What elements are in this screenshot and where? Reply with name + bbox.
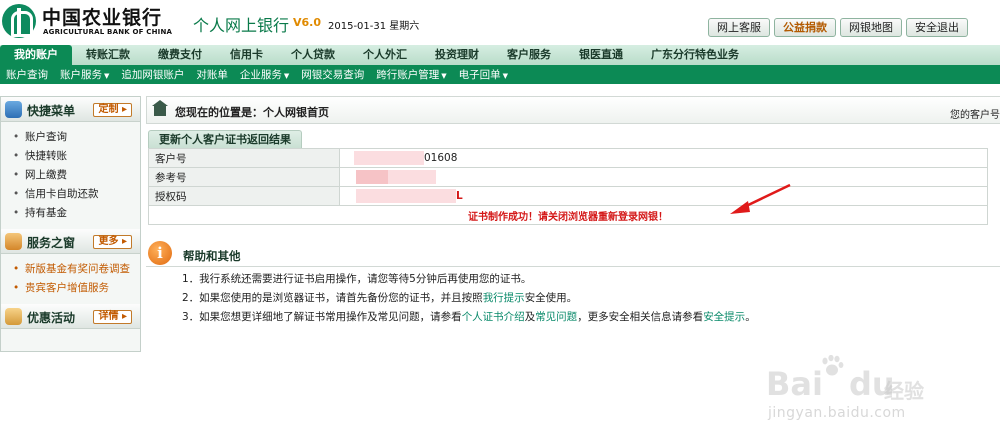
table-row: 授权码 L <box>148 186 988 206</box>
nav-personal-loan[interactable]: 个人贷款 <box>277 45 349 65</box>
redaction-mask <box>388 170 436 184</box>
security-tips-link[interactable]: 安全提示 <box>703 311 745 323</box>
auth-code-label: 授权码 <box>148 186 340 206</box>
subnav-e-receipt[interactable]: 电子回单 ▼ <box>453 67 514 82</box>
nav-guangdong-special[interactable]: 广东分行特色业务 <box>637 45 753 65</box>
product-title: 个人网上银行 <box>193 16 290 35</box>
redaction-mask <box>356 170 388 184</box>
service-window-list: 新版基金有奖问卷调查 贵宾客户增值服务 <box>1 254 140 304</box>
chevron-down-icon: ▼ <box>104 72 110 80</box>
quick-item-account-query[interactable]: 账户查询 <box>1 128 140 147</box>
help-item-2: 2．如果您使用的是浏览器证书，请首先备份您的证书，并且按照我行提示安全使用。 <box>182 292 578 304</box>
location-label: 您现在的位置是：个人网银首页 <box>175 106 329 119</box>
online-service-button[interactable]: 网上客服 <box>708 18 770 37</box>
chevron-down-icon: ▼ <box>502 72 509 80</box>
panel-title: 更新个人客户证书返回结果 <box>148 130 302 148</box>
quick-item-online-payment[interactable]: 网上缴费 <box>1 166 140 185</box>
quick-menu-header: 快捷菜单 定制 ▸ <box>1 97 140 122</box>
help-title: 帮助和其他 <box>183 249 241 263</box>
bank-name: 中国农业银行 <box>42 7 163 29</box>
header: 中国农业银行 AGRICULTURAL BANK OF CHINA 个人网上银行… <box>0 0 1000 44</box>
subnav-statement[interactable]: 对账单 <box>190 67 234 82</box>
subnav-cross-bank[interactable]: 跨行账户管理 ▼ <box>370 67 452 82</box>
main-nav: 我的账户 转账汇款 缴费支付 信用卡 个人贷款 个人外汇 投资理财 客户服务 银… <box>0 45 1000 65</box>
product-version: V6.0 <box>293 16 321 29</box>
service-window-header: 服务之窗 更多 ▸ <box>1 229 140 254</box>
help-item-3: 3．如果您想更详细地了解证书常用操作及常见问题，请参看个人证书介绍及常见问题，更… <box>182 311 756 323</box>
nav-hospital-direct[interactable]: 银医直通 <box>565 45 637 65</box>
watermark-brand: Bai du <box>766 365 895 403</box>
sub-nav: 账户查询 账户服务 ▼ 追加网银账户 对账单 企业服务 ▼ 网银交易查询 跨行账户管… <box>0 65 1000 84</box>
quick-item-funds[interactable]: 持有基金 <box>1 204 140 223</box>
reference-number-value <box>339 167 988 187</box>
abc-logo-icon <box>2 4 36 38</box>
current-date: 2015-01-31 星期六 <box>328 21 420 32</box>
home-icon <box>152 100 168 116</box>
watermark-url: jingyan.baidu.com <box>768 405 906 421</box>
customer-number-label: 您的客户号 <box>950 110 1000 121</box>
nav-credit-card[interactable]: 信用卡 <box>216 45 277 65</box>
service-window-icon <box>5 233 22 250</box>
nav-transfer[interactable]: 转账汇款 <box>72 45 144 65</box>
help-item-1: 1．我行系统还需要进行证书启用操作，请您等待5分钟后再使用您的证书。 <box>182 273 532 285</box>
promotions-header: 优惠活动 详情 ▸ <box>1 304 140 329</box>
nav-foreign-exchange[interactable]: 个人外汇 <box>349 45 421 65</box>
quick-item-credit-repay[interactable]: 信用卡自助还款 <box>1 185 140 204</box>
info-icon: i <box>148 241 172 265</box>
site-map-button[interactable]: 网银地图 <box>840 18 902 37</box>
success-message: 证书制作成功！请关闭浏览器重新登录网银！ <box>148 205 988 225</box>
subnav-transaction-query[interactable]: 网银交易查询 <box>295 67 370 82</box>
subnav-add-account[interactable]: 追加网银账户 <box>115 67 190 82</box>
subnav-enterprise-service[interactable]: 企业服务 ▼ <box>234 67 295 82</box>
quick-menu-title: 快捷菜单 <box>27 104 76 118</box>
subnav-account-query[interactable]: 账户查询 <box>0 67 54 82</box>
nav-my-account[interactable]: 我的账户 <box>0 45 72 65</box>
subnav-account-service[interactable]: 账户服务 ▼ <box>54 67 115 82</box>
cert-intro-link[interactable]: 个人证书介绍 <box>462 311 525 323</box>
table-row: 参考号 <box>148 167 988 187</box>
quick-menu-list: 账户查询 快捷转账 网上缴费 信用卡自助还款 持有基金 <box>1 122 140 229</box>
table-row: 客户号 01608 <box>148 148 988 168</box>
charity-donation-button[interactable]: 公益捐款 <box>774 18 836 37</box>
redaction-mask <box>356 189 456 203</box>
details-button[interactable]: 详情 ▸ <box>93 310 132 324</box>
customize-button[interactable]: 定制 ▸ <box>93 103 132 117</box>
auth-code-value: L <box>339 186 988 206</box>
redaction-mask <box>354 151 424 165</box>
quick-item-fast-transfer[interactable]: 快捷转账 <box>1 147 140 166</box>
service-item-vip[interactable]: 贵宾客户增值服务 <box>1 279 140 298</box>
chevron-down-icon: ▼ <box>441 72 447 80</box>
nav-investment[interactable]: 投资理财 <box>421 45 493 65</box>
customer-id-value: 01608 <box>339 148 988 168</box>
main-content: 您现在的位置是：个人网银首页 您的客户号 更新个人客户证书返回结果 客户号 01… <box>146 96 1000 336</box>
top-button-group: 网上客服 公益捐款 网银地图 安全退出 <box>708 18 968 37</box>
result-table: 客户号 01608 参考号 授权码 L 证书制作成功！请关闭浏览器重新登录网银！ <box>148 148 988 225</box>
annotation-arrow-icon <box>730 183 791 214</box>
faq-link[interactable]: 常见问题 <box>535 311 577 323</box>
nav-customer-service[interactable]: 客户服务 <box>493 45 565 65</box>
quick-menu-icon <box>5 101 22 118</box>
left-sidebar: 快捷菜单 定制 ▸ 账户查询 快捷转账 网上缴费 信用卡自助还款 持有基金 服务… <box>0 96 141 352</box>
service-item-fund-survey[interactable]: 新版基金有奖问卷调查 <box>1 260 140 279</box>
breadcrumb: 您现在的位置是：个人网银首页 您的客户号 <box>146 96 1000 124</box>
customer-id-label: 客户号 <box>148 148 340 168</box>
promotions-icon <box>5 308 22 325</box>
bank-name-en: AGRICULTURAL BANK OF CHINA <box>43 28 173 36</box>
divider <box>146 266 1000 267</box>
chevron-down-icon: ▼ <box>283 72 290 80</box>
bank-tips-link[interactable]: 我行提示 <box>483 292 525 304</box>
help-list: 1．我行系统还需要进行证书启用操作，请您等待5分钟后再使用您的证书。 2．如果您… <box>182 270 756 327</box>
promotions-title: 优惠活动 <box>27 311 76 325</box>
watermark-name: 经验 <box>884 379 924 403</box>
table-row: 证书制作成功！请关闭浏览器重新登录网银！ <box>148 205 988 225</box>
service-window-title: 服务之窗 <box>27 236 76 250</box>
baidu-jingyan-watermark: Bai du 经验 jingyan.baidu.com <box>766 355 956 425</box>
more-button[interactable]: 更多 ▸ <box>93 235 132 249</box>
logout-button[interactable]: 安全退出 <box>906 18 968 37</box>
nav-payment[interactable]: 缴费支付 <box>144 45 216 65</box>
reference-number-label: 参考号 <box>148 167 340 187</box>
